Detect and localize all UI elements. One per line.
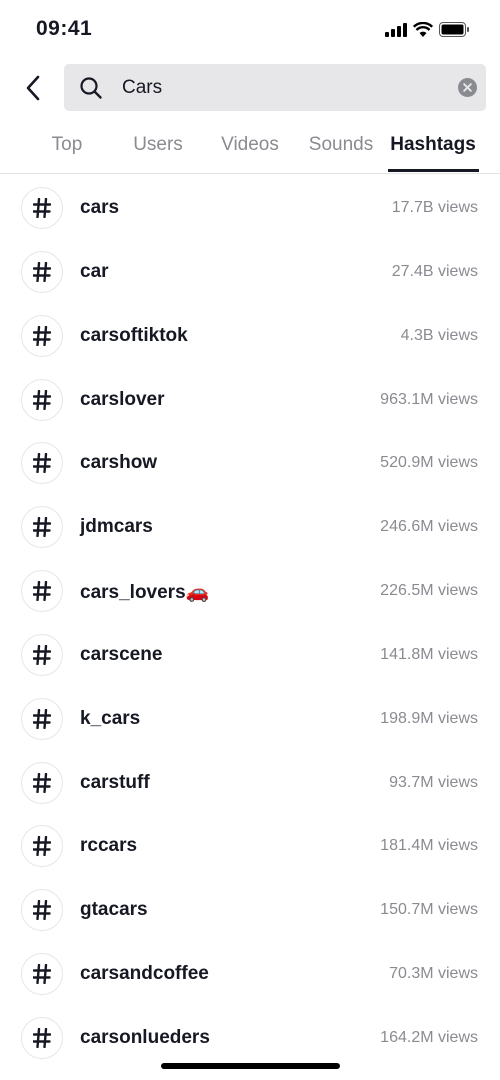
hashtag-views: 150.7M views xyxy=(380,901,478,919)
hashtag-icon xyxy=(21,1016,63,1059)
hashtag-icon xyxy=(21,761,63,804)
hashtag-views: 4.3B views xyxy=(400,326,478,344)
hashtag-list-item[interactable]: carsonlueders 164.2M views xyxy=(0,1006,500,1070)
cellular-signal-icon xyxy=(385,22,407,37)
hashtag-list-item[interactable]: cars_lovers🚗 226.5M views xyxy=(0,559,500,623)
status-bar: 09:41 xyxy=(0,0,500,60)
hashtag-list-item[interactable]: carsoftiktok 4.3B views xyxy=(0,304,500,368)
hashtag-views: 520.9M views xyxy=(380,454,478,472)
hashtag-name: carshow xyxy=(80,452,158,474)
hashtag-name: k_cars xyxy=(80,707,141,729)
wifi-icon xyxy=(413,22,433,37)
search-bar[interactable] xyxy=(64,64,486,111)
hashtag-name: carscene xyxy=(80,643,163,665)
hashtag-icon xyxy=(21,825,63,868)
hashtag-views: 27.4B views xyxy=(391,262,478,280)
hashtag-icon xyxy=(21,633,63,676)
hashtag-icon xyxy=(21,953,63,996)
hashtag-views: 198.9M views xyxy=(380,709,478,727)
search-tabs: Top Users Videos Sounds Hashtags xyxy=(0,124,500,174)
hashtag-icon xyxy=(21,250,63,293)
hashtag-views: 246.6M views xyxy=(380,518,478,536)
hashtag-list-item[interactable]: k_cars 198.9M views xyxy=(0,687,500,751)
hashtag-icon xyxy=(21,187,63,229)
clear-icon[interactable] xyxy=(458,78,477,97)
hashtag-list-item[interactable]: rccars 181.4M views xyxy=(0,814,500,878)
hashtag-icon xyxy=(21,442,63,485)
hashtag-list-item[interactable]: carstuff 93.7M views xyxy=(0,751,500,815)
hashtag-icon xyxy=(21,314,63,357)
back-button[interactable] xyxy=(18,72,48,104)
tab-hashtags[interactable]: Hashtags xyxy=(390,134,476,156)
hashtag-icon xyxy=(21,697,63,740)
hashtag-views: 17.7B views xyxy=(391,199,478,216)
hashtag-list-item[interactable]: carsandcoffee 70.3M views xyxy=(0,942,500,1006)
hashtag-icon xyxy=(21,889,63,932)
hashtag-name: carsandcoffee xyxy=(80,963,209,985)
battery-icon xyxy=(439,22,469,37)
tab-top[interactable]: Top xyxy=(52,134,83,156)
hashtag-name: cars xyxy=(80,197,120,218)
hashtag-name: carslover xyxy=(80,388,165,410)
hashtag-list-item[interactable]: jdmcars 246.6M views xyxy=(0,495,500,559)
hashtag-views: 164.2M views xyxy=(380,1028,478,1046)
tab-sounds[interactable]: Sounds xyxy=(309,134,373,156)
home-indicator[interactable] xyxy=(161,1063,340,1069)
hashtag-list-item[interactable]: carshow 520.9M views xyxy=(0,431,500,495)
hashtag-name: jdmcars xyxy=(80,516,153,538)
hashtag-list-item[interactable]: car 27.4B views xyxy=(0,240,500,304)
hashtag-list-item[interactable]: carscene 141.8M views xyxy=(0,623,500,687)
hashtag-views: 93.7M views xyxy=(389,773,478,791)
hashtag-icon xyxy=(21,378,63,421)
search-icon xyxy=(80,77,102,99)
tab-users[interactable]: Users xyxy=(133,134,183,156)
hashtag-views: 226.5M views xyxy=(380,582,478,600)
hashtag-views: 70.3M views xyxy=(389,965,478,983)
tab-videos[interactable]: Videos xyxy=(221,134,279,156)
search-input[interactable] xyxy=(122,64,442,111)
hashtag-views: 963.1M views xyxy=(380,390,478,408)
hashtag-list-item[interactable]: gtacars 150.7M views xyxy=(0,878,500,942)
hashtag-list: cars 17.7B views car 27.4B views carsoftikto… xyxy=(0,176,500,1070)
hashtag-list-item[interactable]: cars 17.7B views xyxy=(0,176,500,240)
hashtag-views: 181.4M views xyxy=(380,837,478,855)
active-tab-indicator xyxy=(388,169,479,172)
hashtag-name: car xyxy=(80,260,109,282)
hashtag-name: rccars xyxy=(80,835,138,857)
hashtag-name: carsoftiktok xyxy=(80,324,188,346)
hashtag-list-item[interactable]: carslover 963.1M views xyxy=(0,368,500,432)
hashtag-name: cars_lovers🚗 xyxy=(80,582,210,604)
hashtag-name: carstuff xyxy=(80,771,150,793)
status-time: 09:41 xyxy=(36,17,93,40)
hashtag-name: gtacars xyxy=(80,899,148,921)
hashtag-views: 141.8M views xyxy=(380,645,478,663)
hashtag-icon xyxy=(21,570,63,613)
hashtag-name: carsonlueders xyxy=(80,1026,210,1048)
hashtag-icon xyxy=(21,506,63,549)
chevron-left-icon xyxy=(26,75,40,101)
